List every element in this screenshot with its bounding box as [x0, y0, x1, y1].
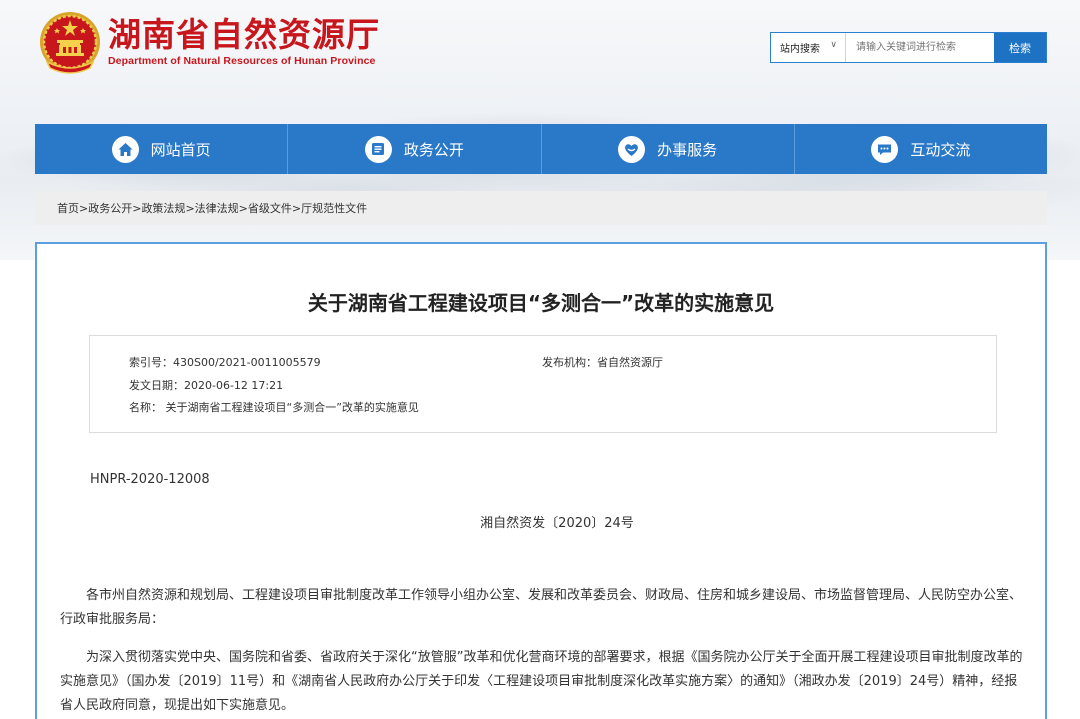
article-panel: 关于湖南省工程建设项目“多测合一”改革的实施意见 索引号：430S00/2021… [35, 242, 1047, 719]
nav-item-label: 网站首页 [150, 140, 211, 159]
national-emblem-icon [40, 12, 100, 74]
breadcrumb-separator: > [291, 201, 302, 215]
breadcrumb-separator: > [79, 201, 89, 215]
meta-date: 发文日期：2020-06-12 17:21 [129, 377, 283, 393]
nav-item-interaction[interactable]: 互动交流 [795, 124, 1047, 174]
search-button[interactable]: 检索 [994, 33, 1046, 62]
meta-name-label: 名称： [129, 401, 162, 414]
article-meta-box: 索引号：430S00/2021-0011005579 发布机构：省自然资源厅 发… [89, 335, 997, 433]
meta-publisher-label: 发布机构： [542, 356, 597, 369]
chevron-down-icon: ∨ [830, 40, 837, 50]
service-heart-icon [618, 135, 646, 163]
breadcrumb-separator: > [132, 201, 142, 215]
meta-date-label: 发文日期： [129, 379, 184, 392]
nav-item-label: 互动交流 [910, 140, 971, 159]
search-box: 站内搜索 ∨ 检索 [770, 32, 1047, 63]
nav-item-services[interactable]: 办事服务 [542, 124, 795, 174]
nav-item-gov-affairs[interactable]: 政务公开 [288, 124, 542, 174]
breadcrumb: 首页 > 政务公开 > 政策法规 > 法律法规 > 省级文件 > 厅规范性文件 [35, 191, 1047, 225]
meta-name: 名称： 关于湖南省工程建设项目“多测合一”改革的实施意见 [129, 399, 419, 415]
nav-item-label: 政务公开 [403, 140, 464, 159]
meta-index: 索引号：430S00/2021-0011005579 [129, 354, 321, 370]
meta-index-value: 430S00/2021-0011005579 [173, 356, 321, 369]
breadcrumb-provincial[interactable]: 省级文件 [248, 200, 292, 216]
meta-date-value: 2020-06-12 17:21 [184, 379, 284, 392]
site-brand[interactable]: 湖南省自然资源厅 Department of Natural Resources… [108, 15, 380, 68]
search-input[interactable] [846, 33, 994, 62]
meta-name-value: 关于湖南省工程建设项目“多测合一”改革的实施意见 [165, 401, 419, 414]
home-icon [111, 135, 139, 163]
breadcrumb-policy[interactable]: 政策法规 [141, 200, 185, 216]
search-scope-label: 站内搜索 [780, 44, 820, 55]
site-title: 湖南省自然资源厅 [108, 15, 380, 54]
meta-publisher-value: 省自然资源厅 [597, 356, 663, 369]
meta-publisher: 发布机构：省自然资源厅 [542, 354, 663, 370]
main-nav: 网站首页 政务公开 办事服务 互动交流 [35, 124, 1047, 174]
breadcrumb-home[interactable]: 首页 [57, 200, 79, 216]
document-list-icon [364, 135, 392, 163]
doc-code: HNPR-2020-12008 [90, 472, 210, 487]
site-title-english: Department of Natural Resources of Hunan… [108, 55, 376, 67]
breadcrumb-laws[interactable]: 法律法规 [195, 200, 239, 216]
article-title: 关于湖南省工程建设项目“多测合一”改革的实施意见 [307, 291, 775, 315]
chat-bubble-icon [871, 135, 899, 163]
article-paragraph: 为深入贯彻落实党中央、国务院和省委、省政府关于深化“放管服”改革和优化营商环境的… [60, 650, 1023, 713]
search-scope-select[interactable]: 站内搜索 ∨ [771, 33, 846, 62]
article-paragraph: 各市州自然资源和规划局、工程建设项目审批制度改革工作领导小组办公室、发展和改革委… [60, 588, 1023, 627]
breadcrumb-gov-affairs[interactable]: 政务公开 [88, 200, 132, 216]
file-number: 湘自然资发〔2020〕24号 [480, 516, 634, 531]
breadcrumb-separator: > [238, 201, 248, 215]
breadcrumb-separator: > [185, 201, 195, 215]
breadcrumb-normative[interactable]: 厅规范性文件 [301, 200, 367, 216]
nav-item-home[interactable]: 网站首页 [35, 124, 289, 174]
nav-item-label: 办事服务 [657, 140, 718, 159]
meta-index-label: 索引号： [129, 356, 173, 369]
